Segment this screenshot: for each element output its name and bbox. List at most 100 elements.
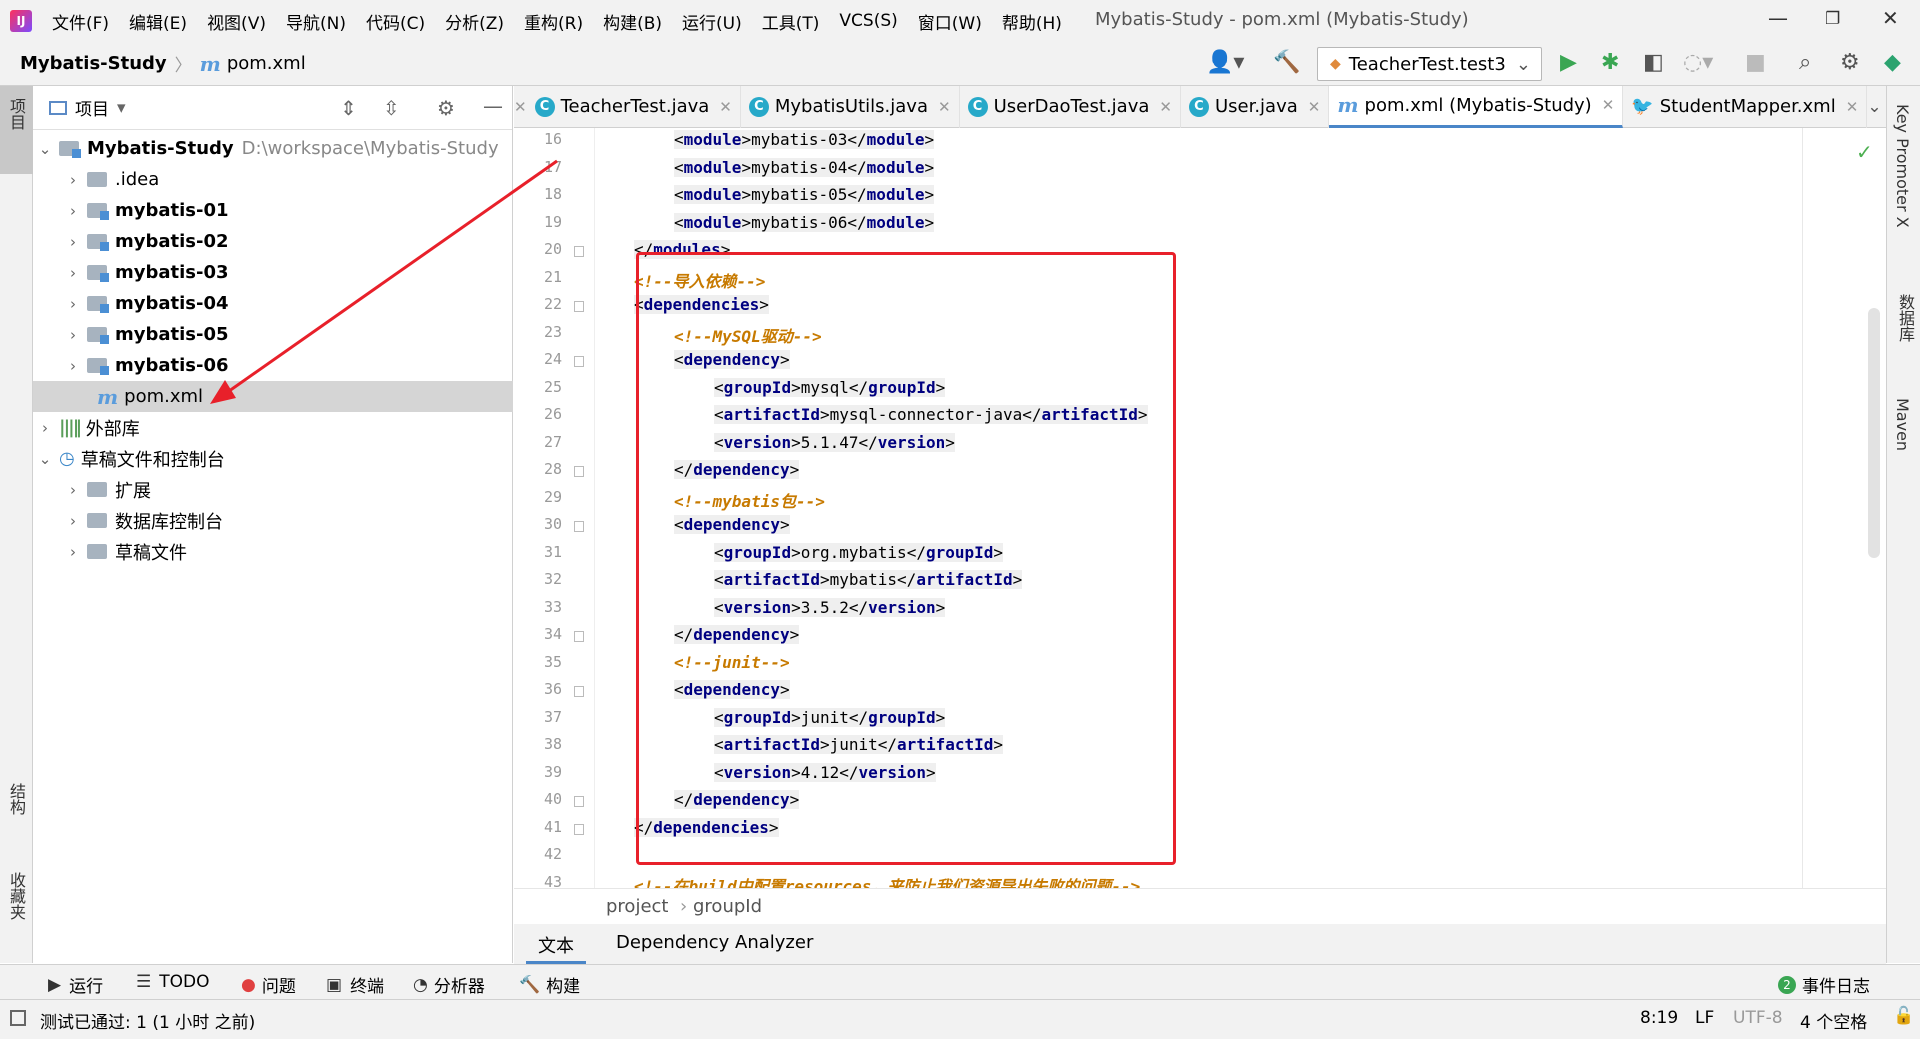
minimize-icon[interactable]: — <box>1768 6 1788 30</box>
tree-item-scratch-files[interactable]: › 草稿文件 <box>33 536 513 567</box>
tree-item-idea[interactable]: › .idea <box>33 164 513 195</box>
fold-marker-icon[interactable] <box>574 823 584 835</box>
toolwindow-problems[interactable]: ● 问题 <box>241 972 296 998</box>
status-toggle-icon[interactable] <box>10 1010 26 1026</box>
fold-marker-icon[interactable] <box>574 301 584 312</box>
close-icon[interactable]: ✕ <box>1846 98 1859 116</box>
chevron-down-icon[interactable]: ▾ <box>117 98 126 118</box>
toolwindow-terminal[interactable]: ▣ 终端 <box>326 972 384 998</box>
run-icon[interactable]: ▶ <box>1560 50 1577 75</box>
restore-icon[interactable]: ❐ <box>1825 9 1840 29</box>
menu-analyze[interactable]: 分析(Z) <box>445 9 504 34</box>
menu-build[interactable]: 构建(B) <box>603 9 662 34</box>
toolwindow-run[interactable]: ▶ 运行 <box>48 972 103 998</box>
menu-navigate[interactable]: 导航(N) <box>286 9 346 34</box>
stop-icon[interactable]: ■ <box>1745 50 1766 75</box>
menu-file[interactable]: 文件(F) <box>52 9 109 34</box>
collapse-all-icon[interactable]: ⇳ <box>383 96 400 120</box>
menu-window[interactable]: 窗口(W) <box>918 9 982 34</box>
fold-marker-icon[interactable] <box>574 521 584 532</box>
tab-database[interactable]: 数据库 <box>1893 294 1917 342</box>
tree-item-extensions[interactable]: › 扩展 <box>33 474 513 505</box>
tree-item-external-libraries[interactable]: › |||‖ 外部库 <box>33 412 513 443</box>
build-hammer-icon[interactable]: 🔨 <box>1273 50 1300 75</box>
tab-project[interactable]: 项目 <box>4 98 28 130</box>
search-icon[interactable]: ⌕ <box>1799 50 1811 75</box>
tab-maven[interactable]: Maven <box>1893 398 1912 451</box>
run-configuration-select[interactable]: ◆ TeacherTest.test3 ⌄ <box>1317 47 1542 81</box>
toolwindow-event-log[interactable]: 2 事件日志 <box>1778 972 1870 997</box>
tab-favorites[interactable]: 收藏夹 <box>4 872 28 920</box>
tag-bracket: > <box>741 185 752 204</box>
close-icon[interactable]: ✕ <box>1159 98 1172 116</box>
breadcrumb-groupid-tag[interactable]: groupId <box>693 896 762 917</box>
close-icon[interactable]: ✕ <box>1308 98 1321 116</box>
tree-root[interactable]: ⌄ Mybatis-Study D:\workspace\Mybatis-Stu… <box>33 133 513 164</box>
fold-marker-icon[interactable] <box>574 356 584 367</box>
lock-icon[interactable]: 🔓 <box>1893 1006 1914 1026</box>
tab-dependency-analyzer[interactable]: Dependency Analyzer <box>616 932 813 953</box>
toolwindow-build[interactable]: 🔨 构建 <box>519 972 580 998</box>
tab-userdaotest[interactable]: C UserDaoTest.java ✕ <box>960 85 1181 128</box>
tree-item-pom-xml[interactable]: m pom.xml <box>33 381 513 412</box>
fold-marker-icon[interactable] <box>574 796 584 807</box>
tree-item-mybatis-01[interactable]: › mybatis-01 <box>33 195 513 226</box>
close-window-icon[interactable]: ✕ <box>1882 6 1899 30</box>
toolwindow-profiler[interactable]: ◔ 分析器 <box>413 972 485 998</box>
tree-item-scratches[interactable]: ⌄ ◷ 草稿文件和控制台 <box>33 443 513 474</box>
tab-pom-xml[interactable]: m pom.xml (Mybatis-Study) ✕ <box>1329 85 1624 128</box>
tab-studentmapper[interactable]: 🐦 StudentMapper.xml ✕ <box>1623 85 1868 128</box>
tab-teachertest[interactable]: C TeacherTest.java ✕ <box>527 85 741 128</box>
line-separator[interactable]: LF <box>1695 1008 1714 1028</box>
close-tab-icon[interactable]: ✕ <box>514 98 527 116</box>
menu-help[interactable]: 帮助(H) <box>1002 9 1062 34</box>
tree-item-mybatis-06[interactable]: › mybatis-06 <box>33 350 513 381</box>
menu-refactor[interactable]: 重构(R) <box>524 9 583 34</box>
close-icon[interactable]: ✕ <box>1602 96 1615 114</box>
chevron-right-icon: › <box>70 294 76 313</box>
file-encoding[interactable]: UTF-8 <box>1733 1008 1783 1028</box>
menu-run[interactable]: 运行(U) <box>682 9 742 34</box>
debug-icon[interactable]: ✱ <box>1601 50 1619 75</box>
tab-text[interactable]: 文本 <box>526 932 586 964</box>
tree-item-mybatis-05[interactable]: › mybatis-05 <box>33 319 513 350</box>
tab-list-chevron-icon[interactable]: ⌄ <box>1867 97 1881 117</box>
fold-marker-icon[interactable] <box>574 686 584 697</box>
tree-item-mybatis-04[interactable]: › mybatis-04 <box>33 288 513 319</box>
toolbox-icon[interactable]: ◆ <box>1884 50 1901 75</box>
close-icon[interactable]: ✕ <box>719 98 732 116</box>
breadcrumb-file[interactable]: m pom.xml <box>200 52 306 76</box>
menu-edit[interactable]: 编辑(E) <box>129 9 187 34</box>
menu-vcs[interactable]: VCS(S) <box>839 11 897 31</box>
tab-structure[interactable]: 结构 <box>4 783 28 815</box>
tab-key-promoter[interactable]: Key Promoter X <box>1893 104 1912 228</box>
tab-user[interactable]: C User.java ✕ <box>1181 85 1330 128</box>
scrollbar[interactable] <box>1868 308 1880 558</box>
menu-tools[interactable]: 工具(T) <box>762 9 820 34</box>
tree-item-mybatis-03[interactable]: › mybatis-03 <box>33 257 513 288</box>
breadcrumb-project-tag[interactable]: project <box>606 896 668 917</box>
settings-gear-icon[interactable]: ⚙ <box>1840 50 1860 75</box>
close-icon[interactable]: ✕ <box>938 98 951 116</box>
breadcrumb-project[interactable]: Mybatis-Study <box>20 53 167 74</box>
tab-mybatisutils[interactable]: C MybatisUtils.java ✕ <box>741 85 960 128</box>
toolwindow-todo[interactable]: ☰ TODO <box>136 972 210 992</box>
hide-icon[interactable]: — <box>483 94 503 118</box>
user-icon[interactable]: 👤▾ <box>1206 50 1244 75</box>
coverage-icon[interactable]: ◧ <box>1643 50 1664 75</box>
profile-icon[interactable]: ◌▾ <box>1683 50 1713 75</box>
caret-position[interactable]: 8:19 <box>1640 1008 1678 1028</box>
tree-item-mybatis-02[interactable]: › mybatis-02 <box>33 226 513 257</box>
fold-marker-icon[interactable] <box>574 246 584 257</box>
menu-code[interactable]: 代码(C) <box>366 9 425 34</box>
fold-marker-icon[interactable] <box>574 466 584 477</box>
xml-tag-name: module <box>683 185 742 204</box>
fold-marker-icon[interactable] <box>574 631 584 642</box>
code-line: <!--在build中配置resources，来防止我们资源导出失败的问题--> <box>634 873 1140 889</box>
gear-icon[interactable]: ⚙ <box>437 96 455 120</box>
menu-view[interactable]: 视图(V) <box>207 9 266 34</box>
line-number: 38 <box>543 735 562 753</box>
indent-setting[interactable]: 4 个空格 <box>1800 1008 1867 1033</box>
expand-all-icon[interactable]: ⇕ <box>340 96 357 120</box>
tree-item-db-consoles[interactable]: › 数据库控制台 <box>33 505 513 536</box>
